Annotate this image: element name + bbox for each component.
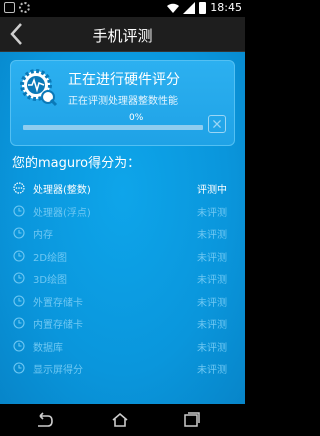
main-content: 正在进行硬件评分 正在评测处理器整数性能 0% 您的maguro得分为： 处理器… (0, 52, 245, 404)
test-item-status: 评测中 (197, 185, 227, 196)
test-item-status: 未评测 (197, 365, 227, 376)
test-item-label: 外置存储卡 (33, 297, 83, 309)
clock-icon (13, 317, 25, 329)
clock-icon (13, 227, 25, 239)
test-heading: 正在进行硬件评分 (68, 72, 180, 88)
navigation-bar (0, 404, 245, 436)
test-item-status: 未评测 (197, 320, 227, 331)
clock: 18:45 (210, 1, 242, 14)
clock-icon (13, 339, 25, 352)
test-item: 3D绘图 未评测 (0, 267, 245, 290)
hardware-test-icon (20, 69, 58, 107)
test-item-list: 处理器(整数) 评测中 处理器(浮点) 未评测 内存 未评测 2D绘图 未评测 3D绘图 未评测外… (0, 177, 245, 380)
test-item-label: 内存 (33, 230, 53, 241)
back-nav-icon[interactable] (34, 410, 54, 430)
battery-icon (199, 1, 207, 14)
test-item: 数据库 未评测 (0, 335, 245, 358)
test-item-status: 未评测 (197, 207, 227, 219)
progress-card: 正在进行硬件评分 正在评测处理器整数性能 0% (10, 60, 235, 146)
signal-icon (183, 1, 196, 14)
wifi-icon (167, 3, 180, 13)
test-item-label: 数据库 (33, 342, 63, 354)
close-icon[interactable] (208, 115, 226, 133)
clock-icon (13, 362, 25, 374)
test-item-label: 2D绘图 (33, 252, 68, 264)
test-item: 内存 未评测 (0, 222, 245, 245)
test-item-label: 显示屏得分 (33, 365, 83, 376)
test-item-status: 未评测 (197, 275, 227, 286)
test-item: 处理器(整数) 评测中 (0, 177, 245, 200)
progress-bar (23, 125, 203, 130)
notification-icon (4, 2, 15, 13)
in-progress-icon (13, 182, 25, 194)
clock-icon (13, 204, 25, 217)
test-item: 2D绘图 未评测 (0, 245, 245, 268)
test-item-label: 处理器(浮点) (33, 207, 91, 219)
test-item: 外置存储卡 未评测 (0, 290, 245, 313)
notification-icons (4, 2, 30, 13)
test-item-status: 未评测 (197, 230, 227, 241)
test-item-label: 处理器(整数) (33, 185, 91, 196)
recent-apps-icon[interactable] (182, 410, 202, 430)
test-item-status: 未评测 (197, 342, 227, 354)
settings-notification-icon (19, 2, 30, 13)
title-bar: 手机评测 (0, 17, 245, 52)
status-bar: 18:45 (0, 0, 245, 17)
page-title: 手机评测 (92, 27, 153, 45)
test-item-label: 内置存储卡 (33, 320, 83, 331)
test-item-status: 未评测 (197, 252, 227, 264)
home-nav-icon[interactable] (110, 410, 130, 430)
progress-label: 0% (129, 113, 144, 123)
test-item: 处理器(浮点) 未评测 (0, 200, 245, 223)
test-item-status: 未评测 (197, 297, 227, 309)
system-indicators: 18:45 (167, 1, 242, 14)
test-subheading: 正在评测处理器整数性能 (68, 96, 178, 107)
test-item: 内置存储卡 未评测 (0, 312, 245, 335)
clock-icon (13, 294, 25, 307)
clock-icon (13, 272, 25, 284)
clock-icon (13, 249, 25, 262)
test-item: 显示屏得分 未评测 (0, 357, 245, 380)
test-item-label: 3D绘图 (33, 275, 68, 286)
score-title: 您的maguro得分为： (12, 156, 141, 171)
